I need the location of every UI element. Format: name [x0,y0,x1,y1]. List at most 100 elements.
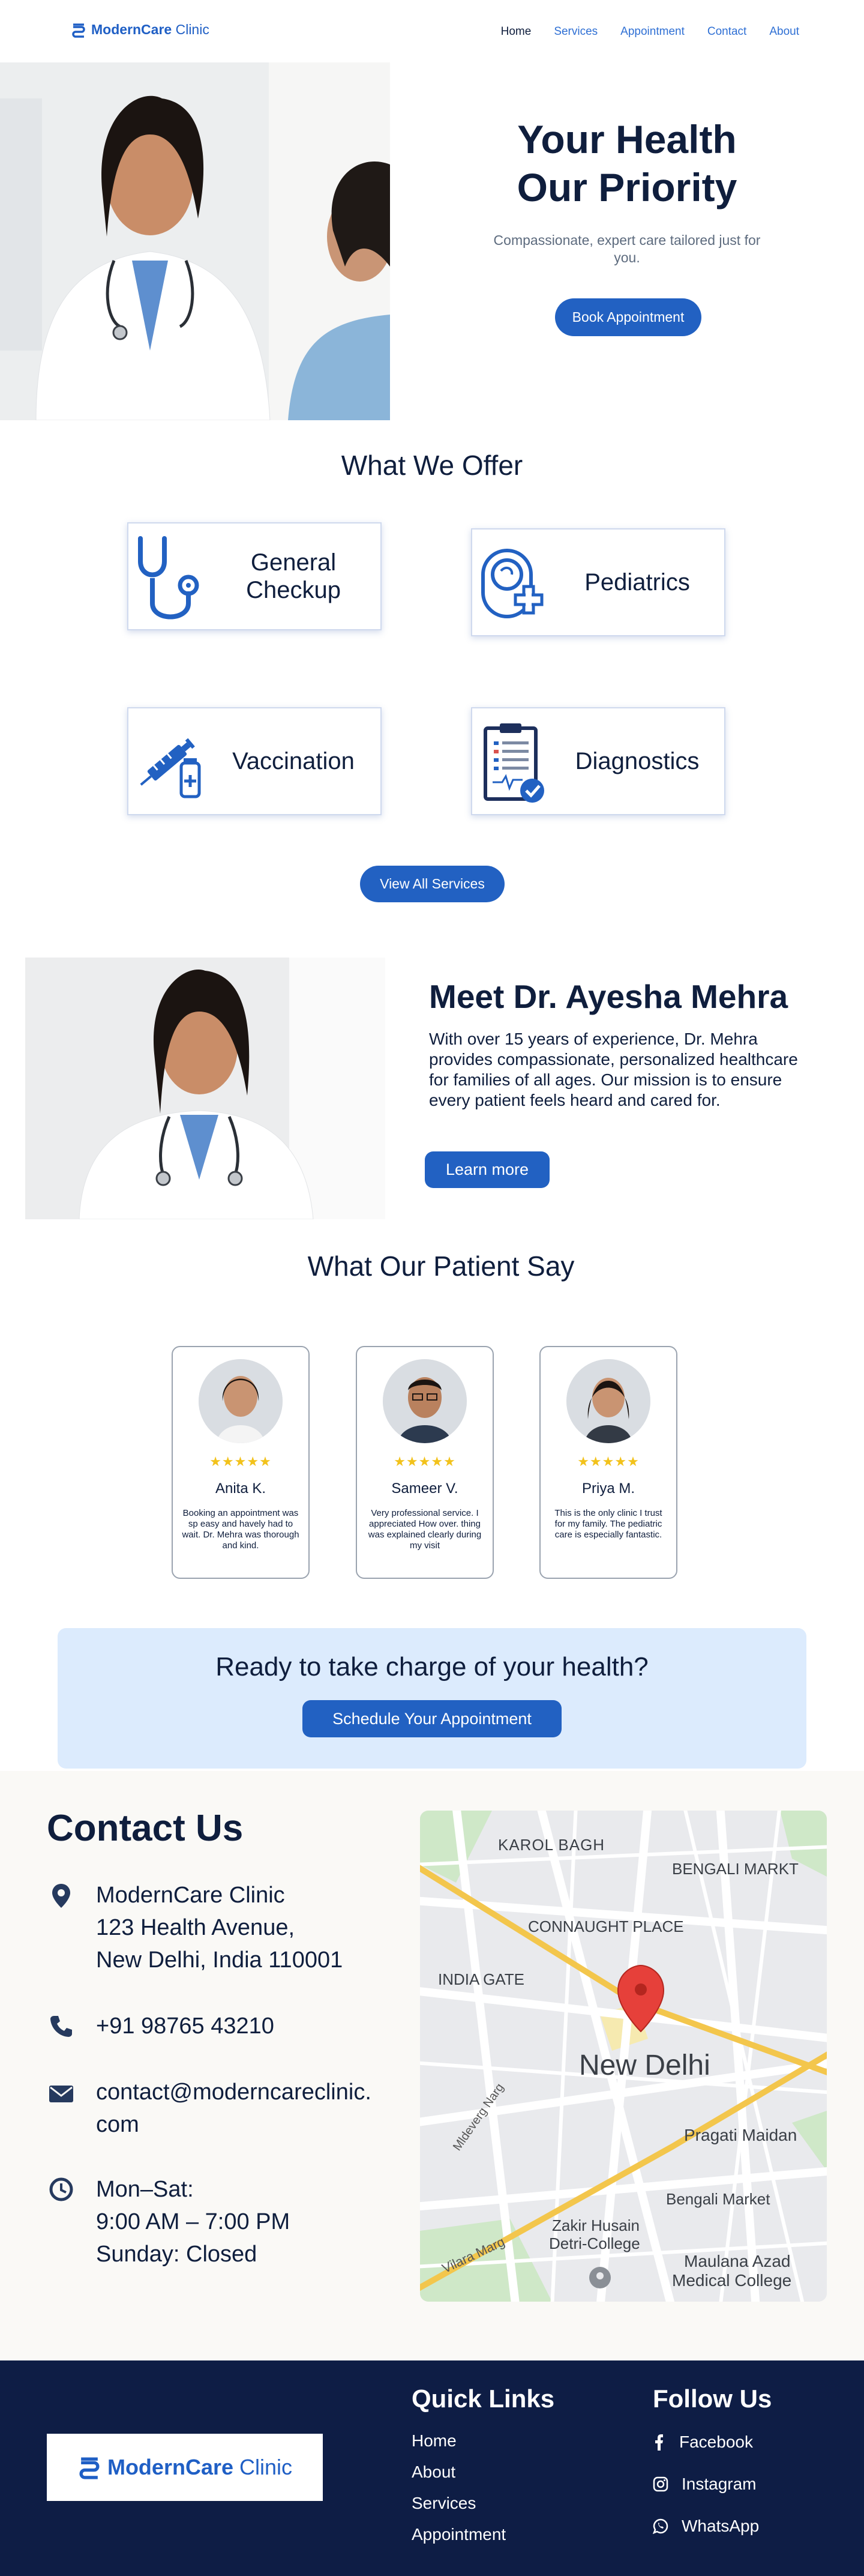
footer-link-home[interactable]: Home [412,2431,457,2451]
service-label: Pediatrics [550,569,724,596]
brand-name-bold: ModernCare [91,22,172,37]
nav-links: Home Services Appointment Contact About [501,25,799,38]
testimonial-card-anita: ★★★★★ Anita K. Booking an appointment wa… [172,1346,310,1579]
service-label-line1: General [250,549,337,576]
hero-title-line1: Your Health [517,117,737,161]
service-label: General Checkup [206,549,380,604]
cta-banner: Ready to take charge of your health? Sch… [58,1628,806,1769]
map-label: Bengali Market [666,2190,770,2208]
nav-services[interactable]: Services [554,25,598,38]
map-label: Maulana Azad [684,2252,790,2270]
service-card-diagnostics[interactable]: Diagnostics [471,707,725,815]
map-label: INDIA GATE [438,1970,524,1988]
facebook-label[interactable]: Facebook [679,2433,753,2452]
map-label: KAROL BAGH [498,1836,605,1854]
contact-phone[interactable]: +91 98765 43210 [47,2010,274,2042]
vaccine-icon [128,716,206,806]
avatar [199,1359,283,1443]
clipboard-check-icon [472,716,550,806]
service-label: Vaccination [232,748,355,774]
hours-line2: 9:00 AM – 7:00 PM [96,2209,290,2234]
address-line1: ModernCare Clinic [96,1883,285,1908]
location-map[interactable]: KAROL BAGH BENGALI MARKT CONNAUGHT PLACE… [420,1811,827,2302]
contact-hours: Mon–Sat: 9:00 AM – 7:00 PM Sunday: Close… [47,2173,290,2270]
reviewer-name: Priya M. [581,1480,635,1497]
map-label: CONNAUGHT PLACE [528,1917,684,1935]
nav-about[interactable]: About [769,25,799,38]
view-all-services-button[interactable]: View All Services [360,866,505,902]
footer-link-appointment[interactable]: Appointment [412,2525,506,2544]
map-label: Medical College [672,2271,791,2290]
testimonial-card-sameer: ★★★★★ Sameer V. Very professional servic… [356,1346,494,1579]
brand-logo[interactable]: ModernCare Clinic [71,22,209,38]
nav-contact[interactable]: Contact [707,25,746,38]
logo-icon [79,2457,100,2479]
quick-links-title: Quick Links [412,2384,555,2413]
hero-title: Your Health Our Priority [456,115,798,211]
brand-name-rest: Clinic [175,22,209,37]
whatsapp-icon [653,2518,668,2534]
facebook-icon [655,2434,663,2451]
testimonials-title: What Our Patient Say [307,1250,575,1282]
phone-icon [47,2010,76,2039]
service-label-line1: Pediatrics [584,569,690,596]
avatar [383,1359,467,1443]
social-facebook[interactable]: Facebook [653,2433,753,2452]
service-card-vaccination[interactable]: Vaccination [127,707,382,815]
hours-line1: Mon–Sat: [96,2177,194,2202]
phone-number[interactable]: +91 98765 43210 [96,2010,274,2042]
service-card-pediatrics[interactable]: Pediatrics [471,528,725,636]
stethoscope-icon [128,531,206,621]
follow-us-title: Follow Us [653,2384,772,2413]
reviewer-name: Anita K. [215,1480,266,1497]
book-appointment-button[interactable]: Book Appointment [555,298,701,336]
review-text: Booking an appointment was sp easy and h… [182,1508,299,1551]
service-card-general-checkup[interactable]: General Checkup [127,522,382,630]
nav-home[interactable]: Home [501,25,532,38]
email-line1[interactable]: contact@moderncareclinic. [96,2076,371,2108]
hero-image [0,62,390,420]
social-instagram[interactable]: Instagram [653,2475,757,2494]
services-title: What We Offer [341,450,523,481]
whatsapp-label[interactable]: WhatsApp [682,2517,759,2536]
footer-link-services[interactable]: Services [412,2494,476,2513]
hero-subtitle: Compassionate, expert care tailored just… [493,232,761,265]
map-label: Pragati Maidan [684,2126,797,2144]
email-line2[interactable]: com [96,2108,371,2141]
doctor-bio: With over 15 years of experience, Dr. Me… [429,1030,798,1109]
pediatrics-icon [472,537,550,627]
doctor-photo [25,958,385,1219]
contact-email[interactable]: contact@moderncareclinic. com [47,2076,371,2141]
avatar [566,1359,650,1443]
doctor-name: Meet Dr. Ayesha Mehra [429,978,788,1015]
address-line2: 123 Health Avenue, [96,1915,295,1940]
location-pin-icon [47,1879,76,1908]
rating-stars: ★★★★★ [394,1454,456,1469]
testimonial-card-priya: ★★★★★ Priya M. This is the only clinic I… [539,1346,677,1579]
social-whatsapp[interactable]: WhatsApp [653,2517,759,2536]
footer-link-about[interactable]: About [412,2463,455,2482]
rating-stars: ★★★★★ [209,1454,272,1469]
mail-icon [47,2076,76,2105]
map-label: Detri-College [549,2234,640,2252]
instagram-label[interactable]: Instagram [682,2475,757,2494]
footer-brand-bold: ModernCare [107,2455,233,2479]
schedule-appointment-button[interactable]: Schedule Your Appointment [302,1700,562,1737]
footer: ModernCare Clinic Quick Links Home About… [0,2360,864,2576]
logo-icon [72,23,85,38]
top-nav: ModernCare Clinic Home Services Appointm… [0,0,864,62]
footer-logo[interactable]: ModernCare Clinic [47,2434,323,2501]
reviewer-name: Sameer V. [391,1480,458,1497]
map-label: Zakir Husain [552,2216,640,2234]
review-text: Very professional service. I appreciated… [368,1508,482,1551]
service-label: Diagnostics [575,748,700,774]
nav-appointment[interactable]: Appointment [620,25,685,38]
contact-address: ModernCare Clinic 123 Health Avenue, New… [47,1879,343,1976]
rating-stars: ★★★★★ [577,1454,640,1469]
map-label: BENGALI MARKT [672,1860,799,1878]
hours-line3: Sunday: Closed [96,2242,257,2267]
learn-more-button[interactable]: Learn more [425,1151,550,1188]
clock-icon [47,2173,76,2202]
footer-brand-rest: Clinic [239,2455,293,2479]
cta-title: Ready to take charge of your health? [215,1652,649,1682]
